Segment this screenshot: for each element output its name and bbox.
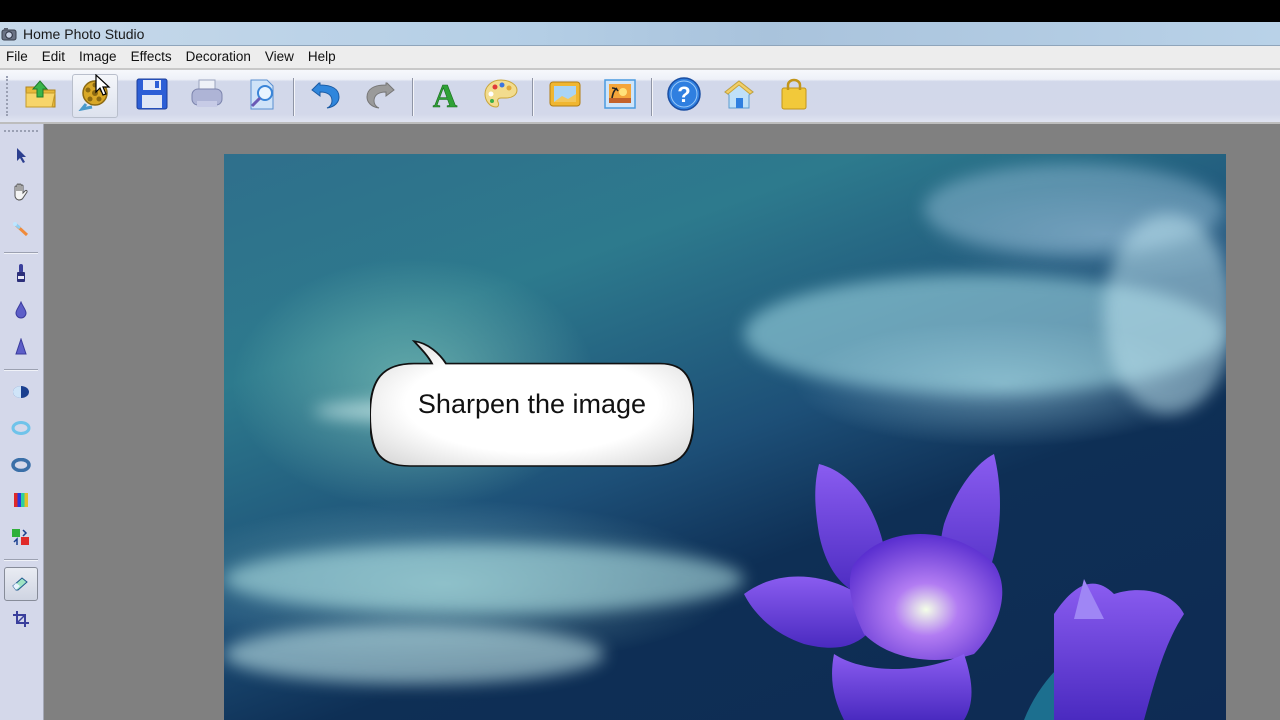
toolbar-separator xyxy=(651,78,653,116)
home-button[interactable] xyxy=(716,74,762,118)
save-button[interactable] xyxy=(129,74,175,118)
menu-decoration[interactable]: Decoration xyxy=(179,47,258,67)
color-bars-tool[interactable] xyxy=(4,485,38,515)
color-palette-button[interactable] xyxy=(478,74,524,118)
open-folder-icon xyxy=(23,77,59,116)
tools-grip[interactable] xyxy=(4,130,38,134)
magic-wand-icon xyxy=(11,220,31,238)
frame-button[interactable] xyxy=(542,74,588,118)
svg-text:A: A xyxy=(433,78,458,111)
tools-separator xyxy=(4,252,38,254)
menu-file[interactable]: File xyxy=(0,47,35,67)
magic-wand-tool[interactable] xyxy=(4,214,38,244)
drop-icon xyxy=(14,301,28,319)
printer-icon xyxy=(189,77,225,116)
hand-tool[interactable] xyxy=(4,177,38,207)
buy-button[interactable] xyxy=(771,74,817,118)
text-button[interactable]: A xyxy=(422,74,468,118)
photo-button[interactable] xyxy=(597,74,643,118)
blur-tool[interactable] xyxy=(4,295,38,325)
contrast-tool[interactable] xyxy=(4,377,38,407)
menu-image[interactable]: Image xyxy=(72,47,124,67)
tools-panel xyxy=(0,124,44,720)
petal xyxy=(1054,583,1184,720)
select-tool[interactable] xyxy=(4,140,38,170)
callout-text: Sharpen the image xyxy=(417,388,647,419)
crop-tool[interactable] xyxy=(4,604,38,634)
cone-icon xyxy=(14,338,28,356)
ring-dark-icon xyxy=(11,458,31,472)
flower-stem-bell xyxy=(832,654,972,720)
menu-view[interactable]: View xyxy=(258,47,301,67)
brush-tool[interactable] xyxy=(4,258,38,288)
redo-arrow-icon xyxy=(363,77,397,116)
callout-bubble: Sharpen the image xyxy=(370,336,694,468)
open-button[interactable] xyxy=(18,74,64,118)
lighten-tool[interactable] xyxy=(4,413,38,443)
menu-bar: File Edit Image Effects Decoration View … xyxy=(0,46,1280,70)
sharpen-tool[interactable] xyxy=(4,332,38,362)
landscape-photo-icon xyxy=(603,77,637,116)
menu-help[interactable]: Help xyxy=(301,47,343,67)
contrast-icon xyxy=(11,385,31,399)
camera-icon xyxy=(1,27,17,41)
tools-separator xyxy=(4,559,38,561)
print-button[interactable] xyxy=(184,74,230,118)
house-icon xyxy=(721,77,757,116)
toolbar-separator xyxy=(412,78,414,116)
tools-separator xyxy=(4,369,38,371)
shopping-bag-icon xyxy=(777,77,811,116)
redo-button[interactable] xyxy=(357,74,403,118)
color-bars-icon xyxy=(13,492,29,508)
main-toolbar: A ? xyxy=(0,70,1280,124)
menu-effects[interactable]: Effects xyxy=(124,47,179,67)
cloud xyxy=(224,544,744,614)
cloud xyxy=(1104,214,1226,414)
title-bar: Home Photo Studio xyxy=(0,22,1280,46)
replace-color-tool[interactable] xyxy=(4,522,38,552)
floppy-disk-icon xyxy=(135,77,169,116)
eraser-icon xyxy=(11,576,31,592)
workspace: Sharpen the image xyxy=(44,124,1280,720)
question-icon: ? xyxy=(666,76,702,117)
arrow-pointer-icon xyxy=(13,146,29,164)
help-button[interactable]: ? xyxy=(661,74,707,118)
text-a-icon: A xyxy=(428,77,462,116)
frame-icon xyxy=(547,77,583,116)
palette-icon xyxy=(483,77,519,116)
undo-button[interactable] xyxy=(303,74,349,118)
cloud xyxy=(224,624,604,684)
undo-arrow-icon xyxy=(309,77,343,116)
hand-icon xyxy=(11,183,31,201)
toolbar-separator xyxy=(532,78,534,116)
print-preview-button[interactable] xyxy=(239,74,285,118)
flower-image xyxy=(744,454,1184,720)
svg-text:?: ? xyxy=(677,82,690,107)
toolbar-separator xyxy=(293,78,295,116)
darken-tool[interactable] xyxy=(4,450,38,480)
eraser-tool[interactable] xyxy=(4,567,38,601)
petal xyxy=(849,534,1003,660)
mouse-cursor-icon xyxy=(95,73,111,101)
ring-light-icon xyxy=(11,421,31,435)
toolbar-grip[interactable] xyxy=(6,76,11,116)
menu-edit[interactable]: Edit xyxy=(35,47,72,67)
image-canvas[interactable]: Sharpen the image xyxy=(224,154,1226,720)
window-title: Home Photo Studio xyxy=(23,25,145,42)
magnifier-page-icon xyxy=(245,77,279,116)
crop-icon xyxy=(12,610,30,628)
brush-icon xyxy=(15,263,27,283)
replace-color-icon xyxy=(11,528,31,546)
